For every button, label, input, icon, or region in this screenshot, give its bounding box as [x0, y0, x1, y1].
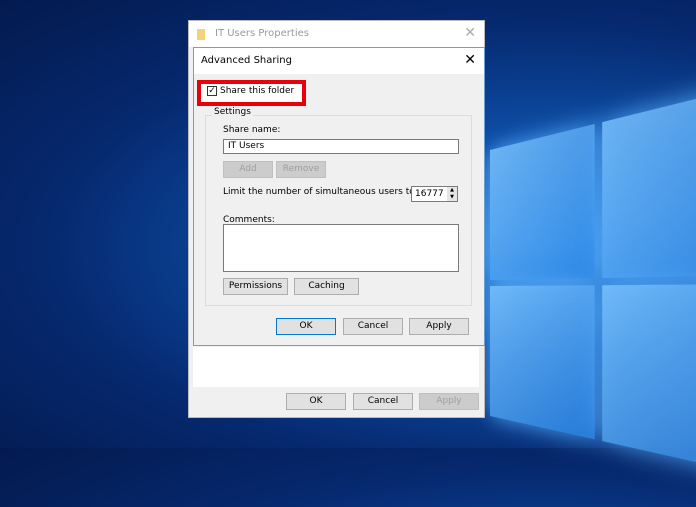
window-title: IT Users Properties — [215, 28, 309, 39]
ok-button[interactable]: OK — [276, 318, 336, 335]
windows-logo — [490, 73, 696, 503]
comments-textarea[interactable] — [223, 224, 459, 272]
share-checkbox[interactable]: ✓ — [207, 86, 217, 96]
add-button[interactable]: Add — [223, 161, 273, 178]
close-icon[interactable]: ✕ — [464, 25, 476, 41]
ok-button[interactable]: OK — [286, 393, 346, 410]
apply-button[interactable]: Apply — [419, 393, 479, 410]
caching-button[interactable]: Caching — [294, 278, 359, 295]
apply-button[interactable]: Apply — [409, 318, 469, 335]
dialog-title: Advanced Sharing — [201, 55, 292, 66]
share-checkbox-label[interactable]: Share this folder — [220, 86, 294, 96]
permissions-button[interactable]: Permissions — [223, 278, 288, 295]
share-name-input[interactable]: IT Users — [223, 139, 459, 154]
cancel-button[interactable]: Cancel — [353, 393, 413, 410]
folder-icon — [197, 29, 205, 40]
limit-label: Limit the number of simultaneous users t… — [223, 187, 418, 197]
user-limit-spinner[interactable]: 16777 ▲ ▼ — [411, 186, 458, 202]
settings-label: Settings — [212, 107, 253, 117]
advanced-sharing-dialog: Advanced Sharing ✕ ✓ Share this folder S… — [193, 47, 485, 346]
tab-content-lower — [193, 347, 479, 387]
spinner-arrows-icon[interactable]: ▲ ▼ — [447, 187, 457, 201]
remove-button[interactable]: Remove — [276, 161, 326, 178]
cancel-button[interactable]: Cancel — [343, 318, 403, 335]
share-name-label: Share name: — [223, 125, 281, 135]
close-icon[interactable]: ✕ — [464, 52, 476, 68]
